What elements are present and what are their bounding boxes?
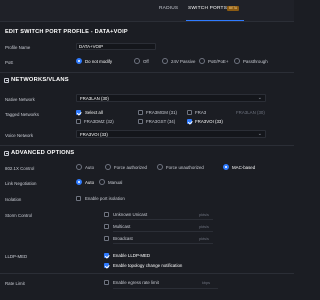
link-negotiation-label: Link Negotiation [5,181,37,186]
enable-lldp-med-label: Enable LLDP-MED [113,253,151,258]
storm-control-item-label: Multicast [113,224,131,229]
storm-broadcast-input[interactable] [113,243,213,244]
unit-label: pkts/s [199,225,209,229]
link-negotiation-radio-auto[interactable] [76,179,82,185]
dot1x-option-label: Force unauthorized [166,165,204,170]
beta-badge: BETA [227,6,240,11]
chevron-down-icon: ⌄ [257,131,262,137]
egress-rate-limit-input[interactable] [113,288,218,289]
dot1x-radio-force-unauthorized[interactable] [157,164,163,170]
link-negotiation-option-label: Manual [108,180,123,185]
poe-radio-passthrough[interactable] [234,58,240,64]
dot1x-option-label: Auto [85,165,95,170]
page-title: EDIT SWITCH PORT PROFILE - DATA+VOIP [5,29,128,35]
voice-network-value: FRA3VOI (33) [80,132,108,137]
rate-limit-label: Rate Limit [5,281,25,286]
tab-switch-ports[interactable]: SWITCH PORTS [188,6,227,11]
profile-name-input[interactable]: DATA+VOIP [76,43,156,50]
collapse-advanced-icon[interactable] [4,151,9,156]
port-isolation-label: Enable port isolation [85,196,125,201]
tagged-network-checkbox-fra3mgm[interactable] [138,110,143,115]
poe-option-label: Off [143,59,149,64]
port-isolation-checkbox[interactable] [76,196,81,201]
advanced-section-title: ADVANCED OPTIONS [11,150,75,156]
storm-control-label: Storm Control [5,213,33,218]
dot1x-radio-mac-based[interactable] [223,164,229,170]
dot1x-radio-force-authorized[interactable] [105,164,111,170]
tagged-network-checkbox-fra3dmz[interactable] [76,119,81,124]
tagged-networks-label: Tagged Networks [5,112,39,117]
poe-option-label: Passthrough [243,59,268,64]
tagged-network-label: FRA3DMZ (32) [84,119,114,124]
topology-change-label: Enable topology change notification [113,263,183,268]
divider [0,72,294,73]
unit-label: kbps [202,281,211,285]
native-network-value: FRA3LAN (30) [80,96,109,101]
select-all-label: Select all [85,110,103,115]
poe-label: PoE [5,60,14,65]
egress-rate-limit-checkbox[interactable] [104,280,109,285]
unit-label: pkts/s [199,213,209,217]
select-all-checkbox[interactable] [76,110,81,115]
tab-radius[interactable]: RADIUS [159,6,178,11]
networks-section-title: NETWORKS/VLANS [11,77,69,83]
link-negotiation-radio-manual[interactable] [99,179,105,185]
dot1x-option-label: MAC-based [232,165,256,170]
topology-change-checkbox[interactable] [104,263,109,268]
storm-broadcast-checkbox[interactable] [104,236,109,241]
active-tab-indicator [186,20,244,21]
tagged-network-label: FRA3 [195,110,207,115]
divider [0,273,294,274]
voice-network-label: Voice Network [5,133,34,138]
tagged-network-checkbox-fra3voi[interactable] [187,119,192,124]
storm-unknown-unicast-checkbox[interactable] [104,212,109,217]
native-network-select[interactable]: FRA3LAN (30) ⌄ [76,94,266,102]
tagged-network-label: FRA3GST (34) [146,119,176,124]
tagged-network-label: FRA3VOI (33) [195,119,223,124]
enable-lldp-med-checkbox[interactable] [104,253,109,258]
poe-option-label: Do not modify [85,59,113,64]
storm-unknown-unicast-input[interactable] [113,219,213,220]
tagged-network-checkbox-fra3[interactable] [187,110,192,115]
dot1x-option-label: Force authorized [114,165,147,170]
voice-network-select[interactable]: FRA3VOI (33) ⌄ [76,130,266,138]
collapse-networks-icon[interactable] [4,78,9,83]
tagged-network-label: FRA3MGM (31) [146,110,177,115]
poe-radio-off[interactable] [134,58,140,64]
tagged-network-label-disabled: FRA3LAN (30) [236,110,265,115]
dot1x-label: 802.1X Control [5,166,35,171]
poe-option-label: 24V Passive [171,59,196,64]
lldp-med-label: LLDP-MED [5,254,28,259]
tagged-network-checkbox-fra3gst[interactable] [138,119,143,124]
storm-multicast-input[interactable] [113,231,213,232]
poe-radio-do-not-modify[interactable] [76,58,82,64]
poe-radio-24v-passive[interactable] [162,58,168,64]
dot1x-radio-auto[interactable] [76,164,82,170]
poe-radio-poe[interactable] [199,58,205,64]
chevron-down-icon: ⌄ [257,95,262,101]
poe-option-label: PoE/PoE+ [208,59,229,64]
storm-multicast-checkbox[interactable] [104,224,109,229]
egress-rate-limit-label: Enable egress rate limit [113,280,159,285]
storm-control-item-label: Unknown Unicast [113,212,148,217]
link-negotiation-option-label: Auto [85,180,95,185]
unit-label: pkts/s [199,237,209,241]
isolation-label: Isolation [5,197,22,202]
divider [0,145,294,146]
native-network-label: Native Network [5,97,35,102]
top-tab-bar: RADIUS SWITCH PORTS BETA [0,0,294,22]
storm-control-item-label: Broadcast [113,236,133,241]
profile-name-label: Profile Name [5,45,31,50]
